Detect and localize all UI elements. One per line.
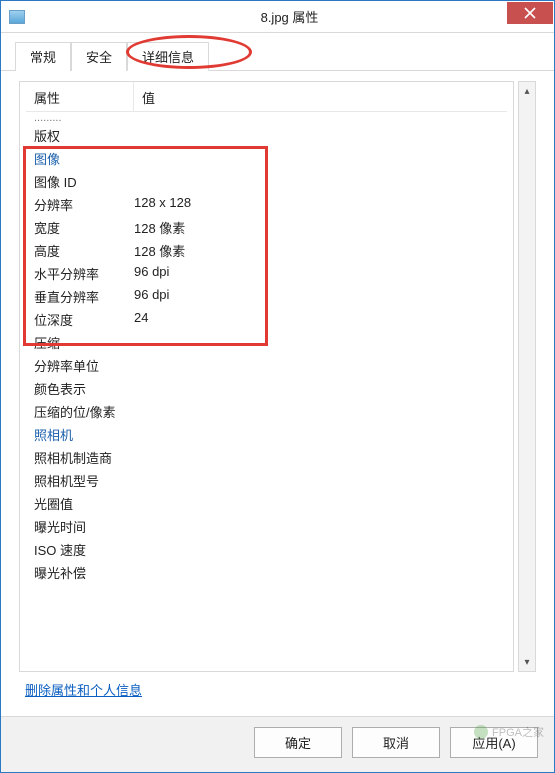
cancel-button[interactable]: 取消 <box>352 727 440 758</box>
prop-key[interactable]: ISO 速度 <box>34 540 134 559</box>
content-area: 属性 值 ......... 版权 图像 图像 ID 分辨率128 x 128 … <box>1 71 554 676</box>
header-value[interactable]: 值 <box>134 82 507 111</box>
table-row: 光圈值 <box>26 492 507 515</box>
prop-key[interactable]: 高度 <box>34 241 134 260</box>
table-row: 分辨率单位 <box>26 354 507 377</box>
table-row: ISO 速度 <box>26 538 507 561</box>
window-title: 8.jpg 属性 <box>25 7 554 26</box>
close-button[interactable] <box>507 2 553 24</box>
truncated-indicator: ......... <box>26 112 507 124</box>
prop-key[interactable]: 版权 <box>34 126 134 145</box>
table-row: 图像 ID <box>26 170 507 193</box>
table-row: 高度128 像素 <box>26 239 507 262</box>
table-row: 照相机制造商 <box>26 446 507 469</box>
properties-window: 8.jpg 属性 常规 安全 详细信息 属性 值 ......... 版权 图像… <box>0 0 555 773</box>
prop-key[interactable]: 照相机型号 <box>34 471 134 490</box>
prop-val[interactable]: 128 x 128 <box>134 195 507 214</box>
tab-security[interactable]: 安全 <box>71 42 127 71</box>
close-icon <box>524 7 536 19</box>
prop-val[interactable] <box>134 448 507 467</box>
table-header: 属性 值 <box>26 82 507 112</box>
prop-key[interactable]: 宽度 <box>34 218 134 237</box>
scrollbar[interactable]: ▴ ▾ <box>518 81 536 672</box>
prop-key[interactable]: 颜色表示 <box>34 379 134 398</box>
prop-val[interactable]: 96 dpi <box>134 264 507 283</box>
table-row: 照相机型号 <box>26 469 507 492</box>
table-row: 位深度24 <box>26 308 507 331</box>
prop-val[interactable] <box>134 126 507 145</box>
tabs-row: 常规 安全 详细信息 <box>1 33 554 71</box>
prop-val[interactable]: 24 <box>134 310 507 329</box>
section-label: 图像 <box>34 149 134 168</box>
prop-val[interactable] <box>134 563 507 582</box>
prop-key[interactable]: 照相机制造商 <box>34 448 134 467</box>
prop-key[interactable]: 压缩 <box>34 333 134 352</box>
prop-val[interactable] <box>134 517 507 536</box>
prop-key[interactable]: 位深度 <box>34 310 134 329</box>
tab-general[interactable]: 常规 <box>15 42 71 71</box>
remove-properties-link[interactable]: 删除属性和个人信息 <box>25 683 142 698</box>
section-camera: 照相机 <box>26 423 507 446</box>
prop-key[interactable]: 曝光补偿 <box>34 563 134 582</box>
header-property[interactable]: 属性 <box>26 82 134 111</box>
table-row: 分辨率128 x 128 <box>26 193 507 216</box>
table-row: 压缩的位/像素 <box>26 400 507 423</box>
prop-val[interactable] <box>134 402 507 421</box>
ok-button[interactable]: 确定 <box>254 727 342 758</box>
prop-val[interactable] <box>134 494 507 513</box>
prop-key[interactable]: 分辨率单位 <box>34 356 134 375</box>
prop-val[interactable] <box>134 333 507 352</box>
table-row: 曝光时间 <box>26 515 507 538</box>
prop-val[interactable] <box>134 540 507 559</box>
prop-val[interactable] <box>134 379 507 398</box>
prop-key[interactable]: 压缩的位/像素 <box>34 402 134 421</box>
scroll-down-button[interactable]: ▾ <box>519 653 535 671</box>
image-file-icon <box>9 10 25 24</box>
prop-val[interactable]: 128 像素 <box>134 241 507 260</box>
scroll-track[interactable] <box>519 100 535 653</box>
apply-button[interactable]: 应用(A) <box>450 727 538 758</box>
prop-val[interactable]: 96 dpi <box>134 287 507 306</box>
link-row: 删除属性和个人信息 <box>1 676 554 716</box>
titlebar: 8.jpg 属性 <box>1 1 554 33</box>
table-row: 垂直分辨率96 dpi <box>26 285 507 308</box>
prop-val[interactable] <box>134 172 507 191</box>
prop-key[interactable]: 垂直分辨率 <box>34 287 134 306</box>
prop-key[interactable]: 水平分辨率 <box>34 264 134 283</box>
table-row: 水平分辨率96 dpi <box>26 262 507 285</box>
section-image: 图像 <box>26 147 507 170</box>
prop-val[interactable] <box>134 471 507 490</box>
prop-key[interactable]: 曝光时间 <box>34 517 134 536</box>
table-row: 曝光补偿 <box>26 561 507 584</box>
table-row: 压缩 <box>26 331 507 354</box>
prop-key[interactable]: 图像 ID <box>34 172 134 191</box>
prop-key[interactable]: 分辨率 <box>34 195 134 214</box>
prop-val[interactable]: 128 像素 <box>134 218 507 237</box>
section-label: 照相机 <box>34 425 134 444</box>
property-list: 属性 值 ......... 版权 图像 图像 ID 分辨率128 x 128 … <box>19 81 514 672</box>
prop-val[interactable] <box>134 356 507 375</box>
table-row: 宽度128 像素 <box>26 216 507 239</box>
tab-details[interactable]: 详细信息 <box>127 42 209 71</box>
button-row: 确定 取消 应用(A) <box>1 716 554 772</box>
scroll-up-button[interactable]: ▴ <box>519 82 535 100</box>
table-row: 颜色表示 <box>26 377 507 400</box>
prop-key[interactable]: 光圈值 <box>34 494 134 513</box>
table-row: 版权 <box>26 124 507 147</box>
